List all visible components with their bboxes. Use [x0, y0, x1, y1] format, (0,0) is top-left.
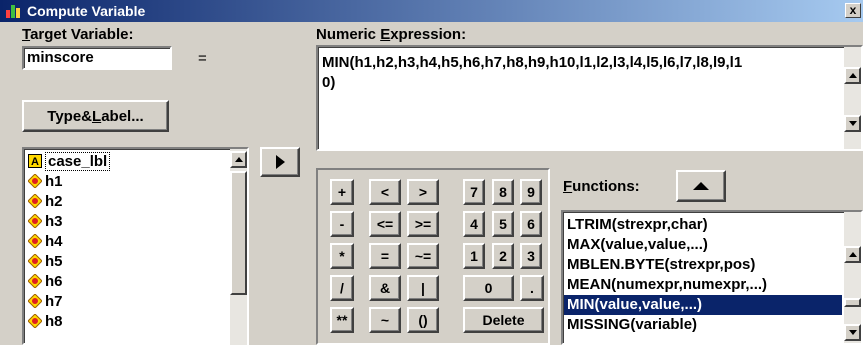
- function-item[interactable]: MBLEN.BYTE(strexpr,pos): [564, 255, 842, 275]
- function-item[interactable]: MIN(value,value,...): [564, 295, 842, 315]
- keypad-button[interactable]: ~=: [407, 243, 439, 269]
- keypad-button[interactable]: **: [330, 307, 354, 333]
- numeric-variable-icon: [28, 194, 42, 208]
- numeric-expression-label: Numeric Expression:: [316, 26, 467, 43]
- function-item[interactable]: MEAN(numexpr,numexpr,...): [564, 275, 842, 295]
- keypad-button[interactable]: 2: [492, 243, 514, 269]
- close-icon[interactable]: x: [845, 3, 861, 18]
- keypad-button[interactable]: |: [407, 275, 439, 301]
- window-title: Compute Variable: [27, 3, 146, 19]
- variable-name: h3: [45, 212, 63, 230]
- arrow-up-icon: [693, 182, 709, 190]
- list-item[interactable]: h6: [26, 271, 226, 291]
- variable-name: h7: [45, 292, 63, 310]
- target-variable-label: Target Variable:: [22, 26, 134, 43]
- list-item[interactable]: h1: [26, 171, 226, 191]
- keypad-button[interactable]: >=: [407, 211, 439, 237]
- target-variable-input[interactable]: minscore: [22, 46, 172, 70]
- keypad-button[interactable]: .: [520, 275, 544, 301]
- svg-text:A: A: [31, 156, 39, 168]
- move-to-expression-button[interactable]: [260, 147, 300, 177]
- keypad-button[interactable]: /: [330, 275, 354, 301]
- keypad-button[interactable]: 5: [492, 211, 514, 237]
- numeric-variable-icon: [28, 274, 42, 288]
- numeric-variable-icon: [28, 234, 42, 248]
- keypad-button[interactable]: Delete: [463, 307, 544, 333]
- function-item[interactable]: MISSING(variable): [564, 315, 842, 335]
- keypad-button[interactable]: 6: [520, 211, 542, 237]
- list-item[interactable]: h7: [26, 291, 226, 311]
- numeric-expression-textarea[interactable]: MIN(h1,h2,h3,h4,h5,h6,h7,h8,h9,h10,l1,l2…: [316, 45, 863, 151]
- scroll-up-icon[interactable]: [844, 246, 861, 263]
- string-variable-icon: A: [28, 154, 42, 168]
- numeric-variable-icon: [28, 214, 42, 228]
- title-bar: Compute Variable x: [0, 0, 863, 22]
- numeric-variable-icon: [28, 314, 42, 328]
- keypad-button[interactable]: ~: [369, 307, 401, 333]
- function-item[interactable]: LTRIM(strexpr,char): [564, 215, 842, 235]
- list-item[interactable]: h4: [26, 231, 226, 251]
- keypad-button[interactable]: *: [330, 243, 354, 269]
- keypad-button[interactable]: 4: [463, 211, 485, 237]
- scroll-up-icon[interactable]: [844, 67, 861, 84]
- variable-name: h8: [45, 312, 63, 330]
- paste-function-button[interactable]: [676, 170, 726, 202]
- keypad-button[interactable]: <=: [369, 211, 401, 237]
- keypad-button[interactable]: 9: [520, 179, 542, 205]
- numeric-variable-icon: [28, 174, 42, 188]
- functions-label: Functions:: [563, 178, 640, 195]
- variable-list[interactable]: Acase_lbl h1 h2 h3 h4 h5 h6 h7 h8: [22, 147, 249, 345]
- variable-list-scrollbar[interactable]: [230, 149, 247, 345]
- type-label-button[interactable]: Type& Label...: [22, 100, 169, 132]
- numeric-variable-icon: [28, 294, 42, 308]
- variable-name: h4: [45, 232, 63, 250]
- scroll-up-icon[interactable]: [230, 151, 247, 168]
- list-item[interactable]: Acase_lbl: [26, 151, 226, 171]
- scroll-down-icon[interactable]: [844, 115, 861, 132]
- expression-scrollbar[interactable]: [844, 47, 861, 149]
- keypad-button[interactable]: 8: [492, 179, 514, 205]
- functions-scrollbar[interactable]: [844, 212, 861, 343]
- functions-list[interactable]: LTRIM(strexpr,char) MAX(value,value,...) M…: [561, 210, 863, 345]
- keypad-button[interactable]: >: [407, 179, 439, 205]
- keypad-button[interactable]: 0: [463, 275, 514, 301]
- list-item[interactable]: h3: [26, 211, 226, 231]
- scroll-thumb[interactable]: [844, 298, 861, 307]
- expression-text: MIN(h1,h2,h3,h4,h5,h6,h7,h8,h9,h10,l1,l2…: [322, 54, 743, 91]
- scroll-thumb[interactable]: [230, 171, 247, 295]
- keypad-button[interactable]: -: [330, 211, 354, 237]
- list-item[interactable]: h2: [26, 191, 226, 211]
- scroll-down-icon[interactable]: [844, 324, 861, 341]
- equals-sign: =: [198, 50, 207, 67]
- keypad-button[interactable]: =: [369, 243, 401, 269]
- keypad-button[interactable]: <: [369, 179, 401, 205]
- list-item[interactable]: h8: [26, 311, 226, 331]
- keypad-button[interactable]: 1: [463, 243, 485, 269]
- keypad-button[interactable]: 7: [463, 179, 485, 205]
- variable-name: h6: [45, 272, 63, 290]
- keypad-button[interactable]: 3: [520, 243, 542, 269]
- numeric-variable-icon: [28, 254, 42, 268]
- function-item[interactable]: MAX(value,value,...): [564, 235, 842, 255]
- arrow-right-icon: [275, 155, 285, 169]
- app-icon: [5, 3, 23, 19]
- variable-name: h2: [45, 192, 63, 210]
- list-item[interactable]: h5: [26, 251, 226, 271]
- variable-name: h5: [45, 252, 63, 270]
- keypad-button[interactable]: &: [369, 275, 401, 301]
- variable-name: h1: [45, 172, 63, 190]
- keypad-panel: + < >7 8 9 - <= >= 4 5 6 * = ~= 1 2 3 /& | 0. ** ~() Delete: [316, 168, 550, 345]
- keypad-button[interactable]: (): [407, 307, 439, 333]
- keypad-button[interactable]: +: [330, 179, 354, 205]
- variable-name: case_lbl: [45, 151, 111, 171]
